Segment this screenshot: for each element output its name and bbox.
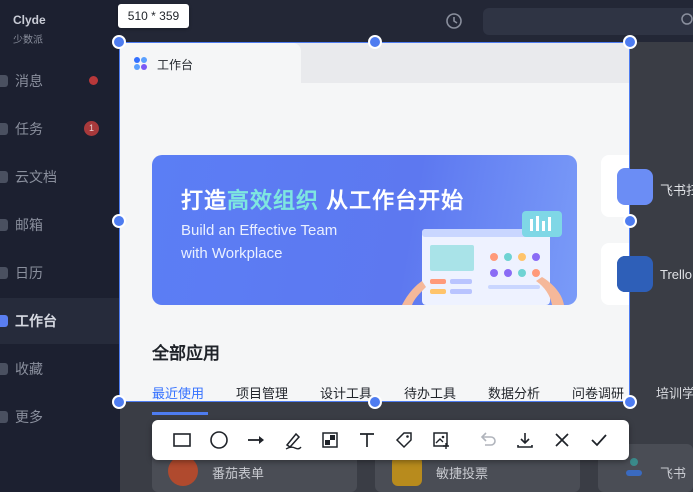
ellipse-tool-button[interactable]	[207, 428, 231, 452]
text-tool-button[interactable]	[355, 428, 379, 452]
arrow-right-icon	[248, 436, 264, 444]
sidebar-item-label: 任务	[15, 121, 43, 137]
resize-handle-bottom[interactable]	[368, 395, 382, 409]
history-icon[interactable]	[444, 11, 464, 31]
selection-size-label: 510 * 359	[118, 4, 189, 28]
tag-tool-button[interactable]	[392, 428, 416, 452]
sidebar-item-workplace[interactable]: 工作台	[0, 298, 120, 344]
check-icon	[591, 434, 607, 447]
sidebar-item-label: 邮箱	[15, 217, 43, 233]
calendar-icon	[0, 267, 8, 279]
category-tab-recent[interactable]: 最近使用	[152, 383, 204, 402]
unread-dot	[89, 76, 98, 85]
app-label: 番茄表单	[212, 466, 265, 481]
resize-handle-right[interactable]	[623, 214, 637, 228]
cancel-button[interactable]	[550, 428, 574, 452]
sidebar-item-messages[interactable]: 消息	[0, 58, 120, 104]
sidebar-item-mail[interactable]: 邮箱	[0, 202, 120, 248]
user-name[interactable]: Clyde	[13, 13, 46, 27]
resize-handle-left[interactable]	[112, 214, 126, 228]
undo-button[interactable]	[476, 428, 500, 452]
vote-icon	[392, 456, 422, 486]
search-input[interactable]	[483, 8, 693, 35]
sidebar: Clyde 少数派 消息 任务 1 云文档 邮箱 日历 工作台 收藏 更多	[0, 0, 120, 492]
workplace-icon	[0, 315, 8, 327]
sidebar-item-favorites[interactable]: 收藏	[0, 346, 120, 392]
resize-handle-bottom-left[interactable]	[112, 395, 126, 409]
sidebar-item-label: 云文档	[15, 169, 57, 185]
user-subtitle: 少数派	[13, 35, 43, 46]
capture-selection[interactable]: 工作台 打造高效组织 从工作台开始 Build an Effective Tea…	[119, 42, 630, 402]
annotation-toolbar	[152, 420, 629, 460]
pen-icon	[285, 432, 302, 450]
category-tab-todo[interactable]: 待办工具	[404, 383, 456, 402]
task-icon	[0, 123, 8, 135]
trello-app-icon	[617, 256, 653, 292]
banner-subtitle: Build an Effective Team	[181, 222, 338, 239]
app-label: 飞书扫	[660, 183, 693, 198]
sidebar-item-tasks[interactable]: 任务	[0, 106, 120, 152]
rectangle-tool-button[interactable]	[170, 428, 194, 452]
text-icon	[360, 433, 374, 447]
tab-label: 工作台	[157, 58, 194, 72]
sidebar-item-label: 日历	[15, 265, 43, 281]
category-tab-analytics[interactable]: 数据分析	[488, 383, 540, 402]
section-title: 全部应用	[152, 344, 220, 363]
dashboard-illustration-icon	[402, 211, 564, 305]
rectangle-icon	[173, 433, 191, 447]
message-icon	[0, 75, 8, 87]
doc-icon	[0, 171, 8, 183]
undo-icon	[480, 432, 496, 446]
mosaic-icon	[322, 432, 338, 448]
category-tab-survey[interactable]: 问卷调研	[572, 383, 624, 402]
mosaic-tool-button[interactable]	[318, 428, 342, 452]
category-tab-training[interactable]: 培训学	[656, 383, 693, 402]
download-icon	[517, 433, 533, 448]
tag-icon	[395, 432, 412, 449]
promo-banner[interactable]: 打造高效组织 从工作台开始 Build an Effective Team wi…	[152, 155, 577, 305]
sidebar-item-label: 收藏	[15, 361, 43, 377]
task-badge: 1	[84, 121, 99, 136]
close-icon	[555, 433, 569, 447]
sidebar-item-label: 消息	[15, 73, 43, 89]
category-tab-project[interactable]: 项目管理	[236, 383, 288, 402]
image-tool-button[interactable]	[429, 428, 453, 452]
download-button[interactable]	[513, 428, 537, 452]
tomato-form-icon	[168, 456, 198, 486]
tab-workplace[interactable]: 工作台	[120, 43, 301, 83]
sidebar-item-label: 更多	[15, 409, 43, 425]
app-label: 敏捷投票	[436, 466, 489, 481]
banner-subtitle: with Workplace	[181, 245, 283, 262]
sidebar-item-calendar[interactable]: 日历	[0, 250, 120, 296]
favorite-icon	[0, 363, 8, 375]
sidebar-item-docs[interactable]: 云文档	[0, 154, 120, 200]
image-icon	[433, 432, 449, 449]
confirm-button[interactable]	[587, 428, 611, 452]
category-tab-design[interactable]: 设计工具	[320, 383, 372, 402]
circle-icon	[210, 431, 228, 449]
resize-handle-top-left[interactable]	[112, 35, 126, 49]
active-tab-indicator	[152, 412, 208, 415]
app-label: Trello	[660, 267, 693, 282]
more-icon	[0, 411, 8, 423]
app-label: 飞书	[660, 466, 687, 481]
sidebar-item-label: 工作台	[15, 313, 57, 329]
resize-handle-top[interactable]	[368, 35, 382, 49]
mail-icon	[0, 219, 8, 231]
resize-handle-bottom-right[interactable]	[623, 395, 637, 409]
alarm-app-icon	[617, 169, 653, 205]
arrow-tool-button[interactable]	[244, 428, 268, 452]
feishu-app-icon	[622, 456, 646, 486]
search-icon	[681, 13, 693, 25]
pen-tool-button[interactable]	[281, 428, 305, 452]
resize-handle-top-right[interactable]	[623, 35, 637, 49]
sidebar-item-more[interactable]: 更多	[0, 394, 120, 440]
workplace-logo-icon	[134, 57, 147, 70]
